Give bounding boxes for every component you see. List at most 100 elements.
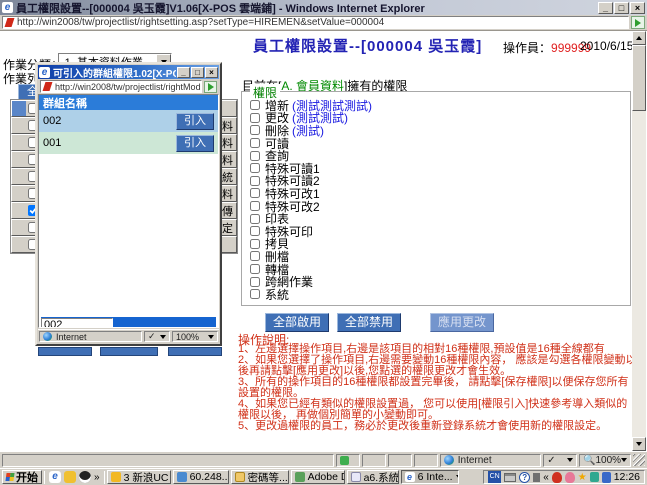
apply-changes-button[interactable]: 應用更改 bbox=[430, 313, 494, 332]
printer-icon[interactable] bbox=[504, 473, 516, 482]
tray-icon[interactable] bbox=[590, 472, 599, 482]
popup-address-field[interactable]: http://win2008/tw/projectlist/rightMode bbox=[40, 80, 202, 93]
ie-icon: e bbox=[405, 472, 415, 482]
globe-icon bbox=[43, 332, 52, 341]
internet-zone-cell: Internet bbox=[440, 454, 541, 467]
permission-checkbox[interactable] bbox=[250, 138, 260, 148]
popup-status-bar: Internet ✓ 100% bbox=[38, 329, 219, 343]
star-icon[interactable]: ★ bbox=[578, 472, 587, 483]
date-text: 2010/6/15 bbox=[580, 39, 633, 53]
permission-note: (測試) bbox=[292, 122, 324, 139]
vertical-scrollbar[interactable] bbox=[632, 31, 646, 451]
chevron-down-icon bbox=[160, 335, 166, 339]
main-status-bar: Internet ✓ 🔍100% bbox=[0, 451, 647, 468]
operator-line: 操作員：999999 bbox=[503, 39, 591, 56]
popup-title: 可引入的群組權限1.02[X-POS 雲... bbox=[53, 65, 176, 80]
disable-all-button[interactable]: 全部禁用 bbox=[337, 313, 401, 332]
popup-go-button[interactable] bbox=[204, 81, 217, 93]
import-button[interactable]: 引入 bbox=[176, 113, 214, 130]
qq-red-icon[interactable] bbox=[552, 472, 562, 483]
task-button-notepad[interactable]: a6.系統... bbox=[347, 470, 399, 484]
scroll-down-button[interactable] bbox=[632, 437, 646, 451]
system-tray: CN ? « ★ 12:26 bbox=[483, 470, 645, 484]
status-cell bbox=[388, 454, 412, 467]
group-row[interactable]: 001 引入 bbox=[39, 132, 218, 154]
go-button[interactable] bbox=[631, 16, 645, 29]
qq-pink-icon[interactable] bbox=[565, 472, 575, 483]
permission-checkbox[interactable] bbox=[250, 214, 260, 224]
quick-launch: e » bbox=[47, 471, 102, 483]
permission-checkbox[interactable] bbox=[250, 100, 260, 110]
chevron-down-icon bbox=[208, 335, 214, 339]
permission-checkbox[interactable] bbox=[250, 113, 260, 123]
uc-icon[interactable] bbox=[64, 471, 76, 483]
hidden-button-fragment[interactable] bbox=[38, 347, 92, 356]
permission-checkbox[interactable] bbox=[250, 125, 260, 135]
zoom-cell[interactable]: 🔍100% bbox=[579, 454, 631, 467]
start-button[interactable]: 开始 bbox=[2, 470, 42, 484]
ie-icon: e bbox=[39, 67, 50, 78]
task-button-sina-uc[interactable]: 3 新浪UC bbox=[107, 470, 171, 484]
desktop: e 員工權限設置--[000004 吳玉霞]V1.06[X-POS 雲端鋪] -… bbox=[0, 0, 647, 485]
tray-icon[interactable] bbox=[602, 472, 611, 483]
permission-checkbox[interactable] bbox=[250, 239, 260, 249]
enable-all-button[interactable]: 全部啟用 bbox=[265, 313, 329, 332]
permission-checkbox[interactable] bbox=[250, 176, 260, 186]
arrow-down-icon bbox=[636, 442, 642, 446]
ie-icon[interactable]: e bbox=[49, 471, 61, 483]
tray-icon[interactable] bbox=[533, 473, 540, 482]
instruction-item: 4、如果您已經有類似的權限設置過， 您可以使用[權限引入]快速參考導入類似的權限… bbox=[238, 399, 638, 421]
sina-uc-icon bbox=[111, 472, 121, 482]
task-button-folder[interactable]: 密碼等... bbox=[231, 470, 289, 484]
popup-minimize-button[interactable]: _ bbox=[177, 67, 190, 78]
popup-maximize-button[interactable]: □ bbox=[191, 67, 204, 78]
permission-checkbox[interactable] bbox=[250, 226, 260, 236]
task-button-remote[interactable]: 60.248.... bbox=[173, 470, 229, 484]
group-name-input[interactable] bbox=[41, 318, 113, 329]
ie-icon: e bbox=[2, 2, 13, 13]
group-table-header: 群組名稱 bbox=[39, 95, 218, 110]
permission-checkbox[interactable] bbox=[250, 201, 260, 211]
permission-row: 特殊可印 bbox=[250, 225, 626, 238]
permission-checkbox[interactable] bbox=[250, 289, 260, 299]
tray-collapse-chevron[interactable]: « bbox=[543, 472, 549, 483]
maximize-button[interactable]: □ bbox=[614, 2, 629, 14]
permission-checkbox[interactable] bbox=[250, 277, 260, 287]
scrollbar-thumb[interactable] bbox=[632, 45, 646, 111]
resize-grip[interactable] bbox=[633, 454, 645, 466]
permission-checkbox[interactable] bbox=[250, 151, 260, 161]
quick-launch-more-chevron[interactable]: » bbox=[94, 472, 100, 483]
task-button-adobe[interactable]: Adobe D... bbox=[291, 470, 345, 484]
permission-checkbox[interactable] bbox=[250, 264, 260, 274]
chevron-down-icon bbox=[567, 458, 573, 462]
permission-checkbox[interactable] bbox=[250, 188, 260, 198]
hidden-button-fragment[interactable] bbox=[100, 347, 158, 356]
scroll-up-button[interactable] bbox=[632, 31, 646, 45]
group-row[interactable]: 002 引入 bbox=[39, 110, 218, 132]
main-titlebar: e 員工權限設置--[000004 吳玉霞]V1.06[X-POS 雲端鋪] -… bbox=[0, 0, 647, 15]
taskbar-divider bbox=[104, 471, 105, 484]
input-method-indicator[interactable]: CN bbox=[488, 471, 501, 483]
popup-close-button[interactable]: × bbox=[205, 67, 218, 78]
help-icon[interactable]: ? bbox=[519, 472, 530, 483]
hidden-button-fragment[interactable] bbox=[168, 347, 222, 356]
protected-mode-cell[interactable]: ✓ bbox=[543, 454, 577, 467]
popup-url-text: http://win2008/tw/projectlist/rightMode bbox=[55, 82, 202, 92]
zoom-cell[interactable]: 100% bbox=[172, 331, 218, 342]
minimize-button[interactable]: _ bbox=[598, 2, 613, 14]
start-label: 开始 bbox=[16, 469, 38, 485]
address-field[interactable]: http://win2008/tw/projectlist/rightsetti… bbox=[2, 16, 629, 29]
instruction-item: 2、如果您選擇了操作項目,右邊需要變動16種權限內容， 應該是勾選各權限變動以後… bbox=[238, 355, 638, 377]
protected-mode-cell[interactable]: ✓ bbox=[144, 331, 170, 342]
folder-icon bbox=[235, 472, 245, 482]
qq-icon[interactable] bbox=[79, 471, 91, 483]
task-button-internet-explorer[interactable]: e6 Inte... bbox=[401, 470, 459, 484]
permission-checkbox[interactable] bbox=[250, 251, 260, 261]
windows-logo-icon bbox=[5, 473, 14, 481]
page-title: 員工權限設置--[000004 吳玉霞] bbox=[253, 35, 482, 56]
arrow-up-icon bbox=[636, 36, 642, 40]
import-button[interactable]: 引入 bbox=[176, 135, 214, 152]
close-button[interactable]: × bbox=[630, 2, 645, 14]
permission-checkbox[interactable] bbox=[250, 163, 260, 173]
taskbar-divider bbox=[44, 471, 45, 484]
